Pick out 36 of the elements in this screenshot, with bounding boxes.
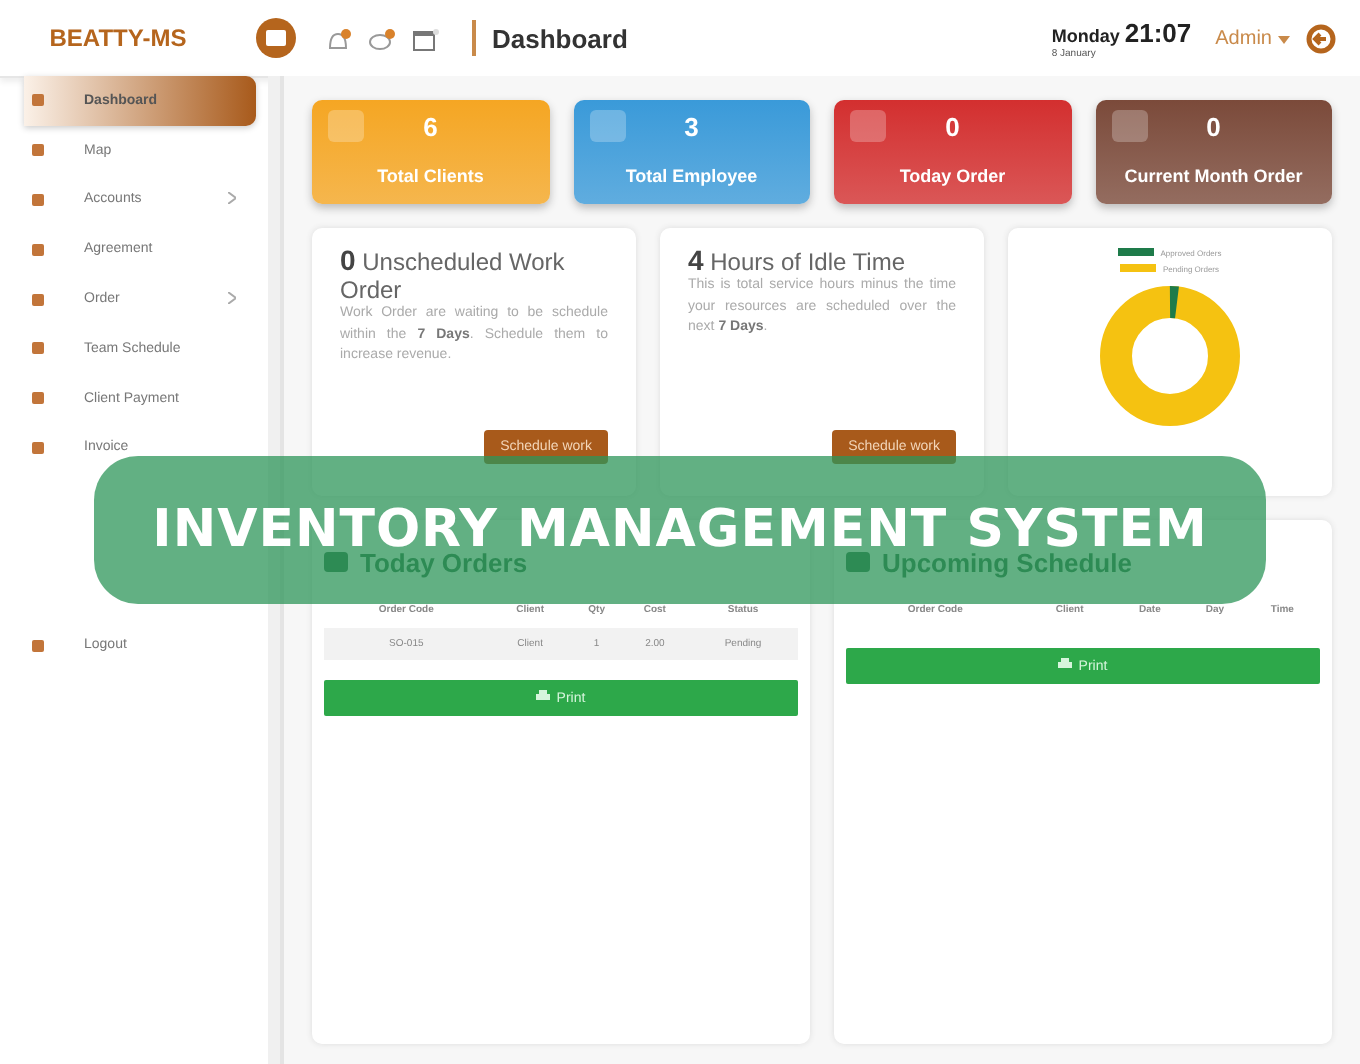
menu-icon [32,293,44,306]
stat-value: 0 [945,112,960,142]
stat-icon [589,110,625,142]
stat-label: Current Month Order [1124,166,1303,186]
card-title: 4 Hours of Idle Time [688,244,908,276]
page-title: Dashboard [492,23,628,53]
app-logo: BEATTY-MS [47,24,189,52]
stat-label: Today Order [899,166,1006,186]
printer-icon [1058,658,1073,674]
bell-icon[interactable] [324,26,352,50]
chat-icon[interactable] [368,26,396,50]
calendar-icon[interactable] [412,26,440,50]
menu-icon [266,30,286,46]
menu-icon [32,94,44,107]
chevron-icon [228,191,236,208]
menu-icon [32,342,44,355]
stat-value: 0 [1206,112,1221,142]
printer-icon [536,690,551,706]
stat-icon [1111,110,1147,142]
card-title: 0 Unscheduled Work Order [340,244,567,304]
menu-icon [32,144,44,157]
stat-icon [850,110,886,142]
stat-label: Total Clients [377,166,484,186]
menu-icon [32,243,44,256]
clock-time: 21:07 [1124,17,1192,47]
stat-label: Total Employee [625,166,758,186]
menu-button[interactable] [256,18,296,58]
stat-value: 6 [423,112,438,142]
menu-icon [32,193,44,206]
menu-icon [32,392,44,405]
chevron-icon [228,291,236,308]
stat-icon [328,110,364,142]
user-menu[interactable]: Admin [1215,27,1290,49]
stat-value: 3 [684,112,699,142]
day-label: Monday [1051,25,1120,45]
menu-icon [32,441,44,454]
